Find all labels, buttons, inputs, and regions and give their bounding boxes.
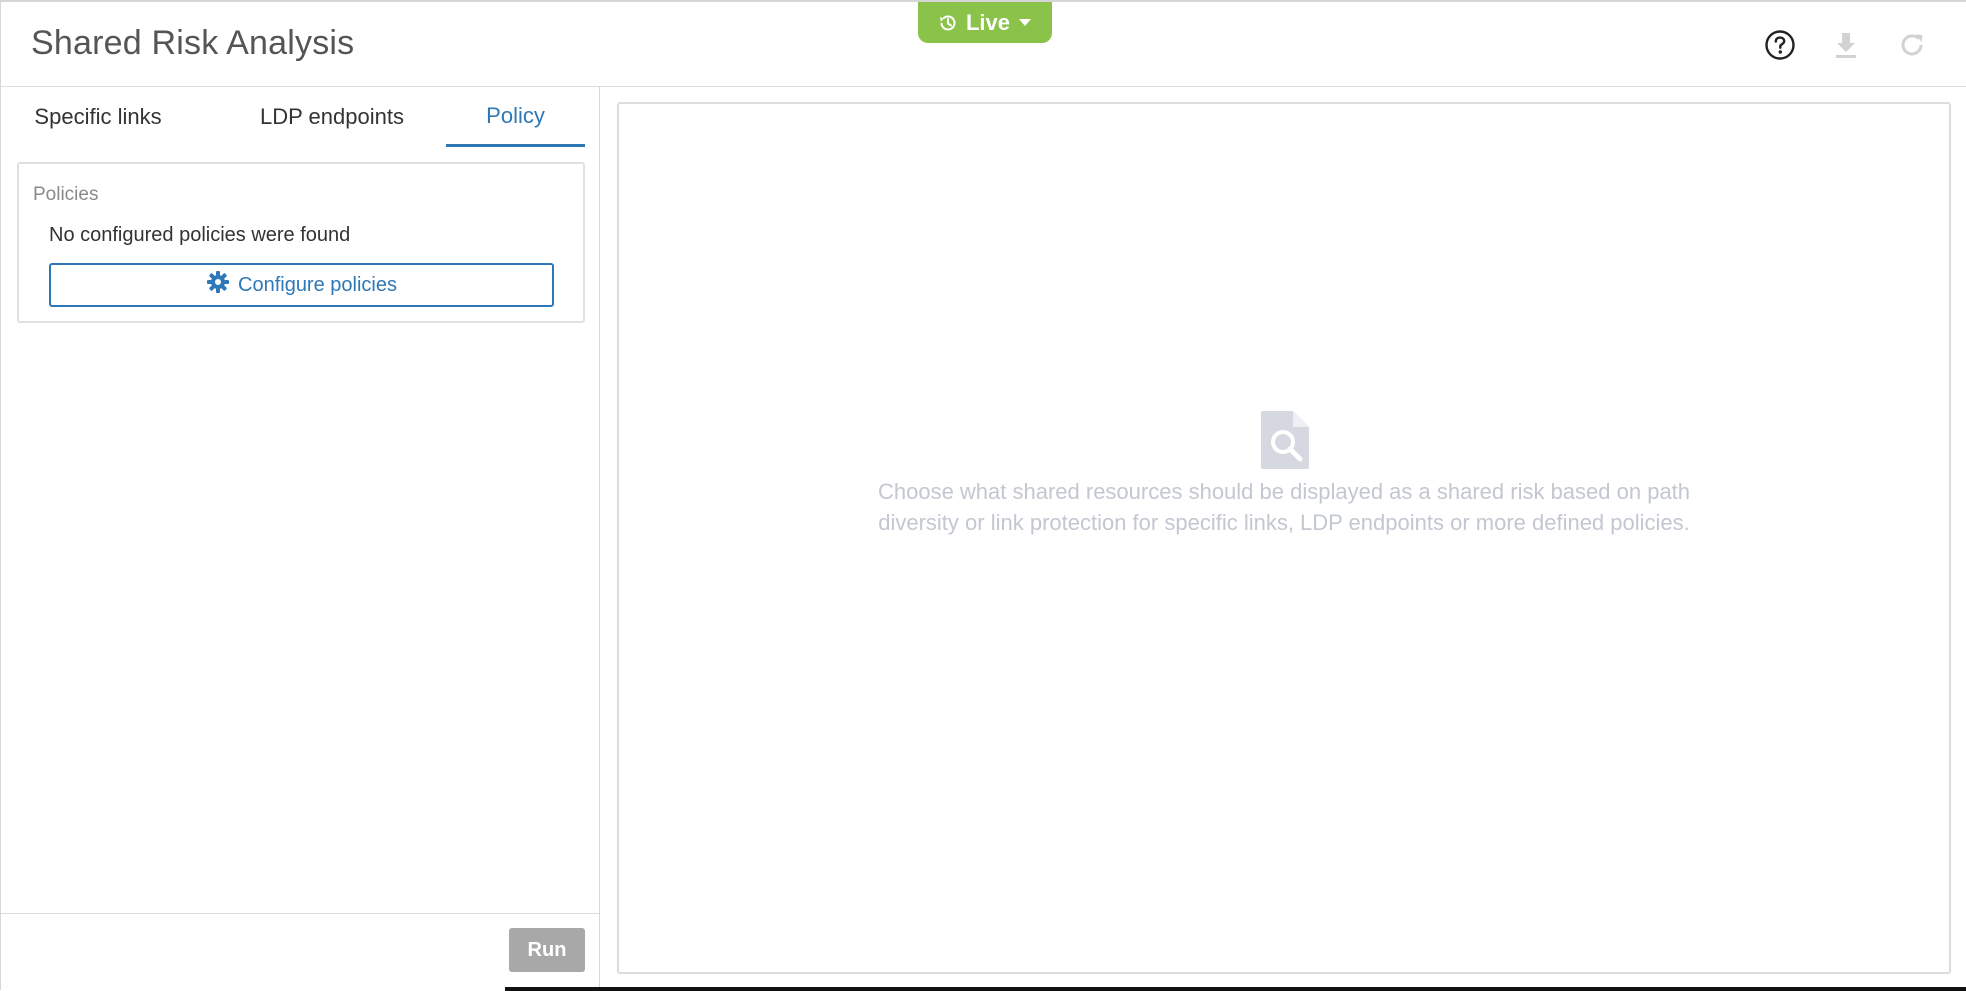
left-footer: Run: [1, 913, 599, 990]
results-panel: Choose what shared resources should be d…: [617, 102, 1951, 974]
help-icon[interactable]: [1763, 28, 1797, 62]
empty-state-message: Choose what shared resources should be d…: [619, 476, 1949, 538]
no-policies-message: No configured policies were found: [49, 224, 351, 246]
configure-policies-label: Configure policies: [238, 273, 397, 296]
live-label: Live: [965, 9, 1011, 35]
live-mode-dropdown[interactable]: Live: [918, 2, 1052, 43]
empty-state-line-1: Choose what shared resources should be d…: [877, 479, 1691, 504]
tab-bar: Specific links LDP endpoints Policy: [17, 87, 585, 147]
refresh-icon[interactable]: [1895, 28, 1929, 62]
run-button[interactable]: Run: [509, 928, 585, 972]
empty-state-line-2: diversity or link protection for specifi…: [878, 510, 1690, 535]
page-title: Shared Risk Analysis: [31, 24, 355, 62]
policies-section: Policies No configured policies were fou…: [17, 162, 585, 323]
configure-policies-button[interactable]: Configure policies: [49, 263, 554, 307]
app-frame: Shared Risk Analysis Live Specific links…: [0, 0, 1966, 991]
left-panel: Specific links LDP endpoints Policy Poli…: [0, 87, 600, 990]
gear-icon: [206, 270, 230, 300]
bottom-divider: [505, 987, 1966, 991]
tab-specific-links[interactable]: Specific links: [31, 87, 165, 147]
caret-down-icon: [1018, 18, 1032, 28]
tab-policy[interactable]: Policy: [446, 87, 585, 147]
download-icon[interactable]: [1829, 28, 1863, 62]
history-icon: [938, 13, 958, 33]
policies-label: Policies: [33, 184, 99, 205]
tab-ldp-endpoints[interactable]: LDP endpoints: [249, 87, 415, 147]
page-header: Shared Risk Analysis Live: [0, 0, 1966, 87]
file-search-icon: [1259, 409, 1311, 471]
